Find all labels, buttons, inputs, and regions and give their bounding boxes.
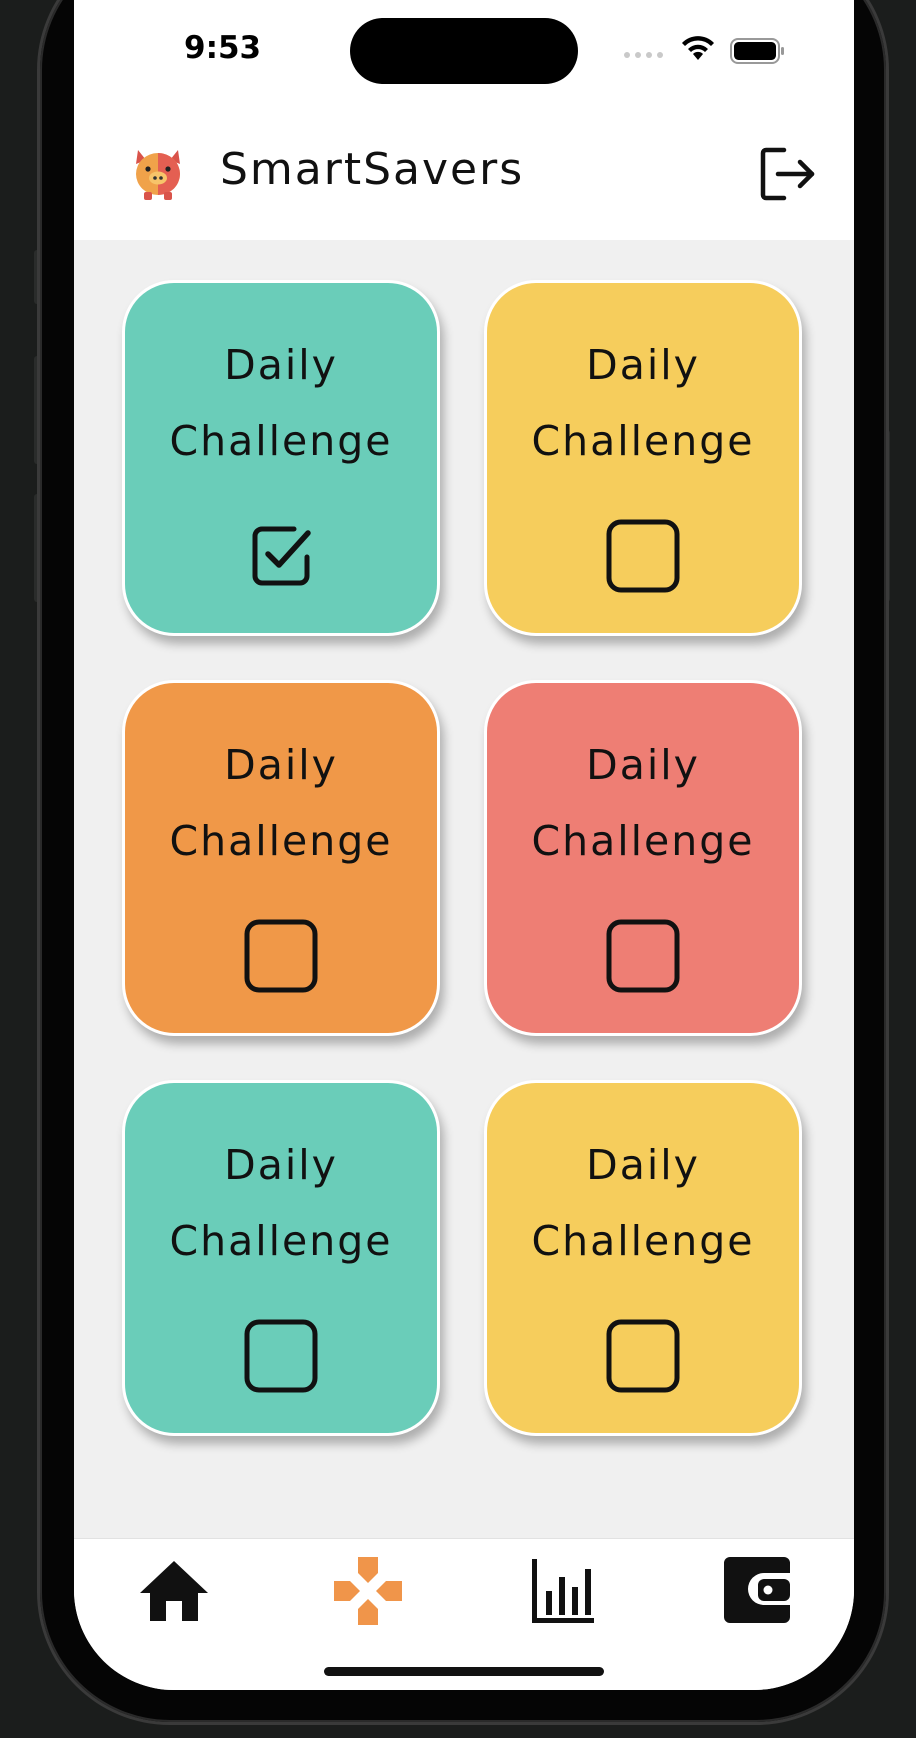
- battery-icon: [730, 38, 784, 64]
- tab-challenges[interactable]: [328, 1555, 408, 1627]
- logout-icon[interactable]: [760, 146, 816, 202]
- card-title-line2: Challenge: [531, 817, 755, 865]
- card-title-line2: Challenge: [531, 417, 755, 465]
- card-title-line2: Challenge: [169, 817, 393, 865]
- challenge-card[interactable]: Daily Challenge: [484, 280, 802, 636]
- card-title-line2: Challenge: [169, 1217, 393, 1265]
- card-title-line1: Daily: [224, 341, 338, 389]
- home-icon: [140, 1561, 208, 1621]
- checked-box-icon[interactable]: [244, 519, 318, 593]
- card-title-line1: Daily: [224, 1141, 338, 1189]
- tab-stats[interactable]: [522, 1555, 602, 1627]
- top-bar: 9:53 SmartSavers: [74, 0, 854, 240]
- challenges-icon: [334, 1557, 402, 1625]
- app-screen: 9:53 SmartSavers Daily Challenge Daily C…: [74, 0, 854, 1690]
- card-title-line1: Daily: [586, 341, 700, 389]
- card-title-line1: Daily: [586, 741, 700, 789]
- piggy-bank-logo-icon: [136, 150, 180, 200]
- challenge-card[interactable]: Daily Challenge: [484, 680, 802, 1036]
- status-time: 9:53: [184, 30, 262, 66]
- empty-checkbox-icon[interactable]: [606, 919, 680, 993]
- empty-checkbox-icon[interactable]: [244, 1319, 318, 1393]
- wifi-icon: [682, 36, 714, 60]
- empty-checkbox-icon[interactable]: [244, 919, 318, 993]
- tab-wallet[interactable]: [716, 1555, 796, 1627]
- challenge-card[interactable]: Daily Challenge: [122, 680, 440, 1036]
- stats-icon: [532, 1559, 594, 1623]
- dynamic-island: [350, 18, 578, 84]
- tab-bar: [74, 1538, 854, 1690]
- app-title: SmartSavers: [220, 144, 525, 195]
- signal-icon: [624, 52, 663, 58]
- empty-checkbox-icon[interactable]: [606, 519, 680, 593]
- challenge-card[interactable]: Daily Challenge: [484, 1080, 802, 1436]
- challenge-card[interactable]: Daily Challenge: [122, 1080, 440, 1436]
- card-title-line1: Daily: [224, 741, 338, 789]
- challenge-card[interactable]: Daily Challenge: [122, 280, 440, 636]
- tab-home[interactable]: [134, 1555, 214, 1627]
- home-indicator: [324, 1667, 604, 1676]
- card-title-line2: Challenge: [531, 1217, 755, 1265]
- card-title-line2: Challenge: [169, 417, 393, 465]
- wallet-icon: [724, 1557, 790, 1623]
- card-title-line1: Daily: [586, 1141, 700, 1189]
- empty-checkbox-icon[interactable]: [606, 1319, 680, 1393]
